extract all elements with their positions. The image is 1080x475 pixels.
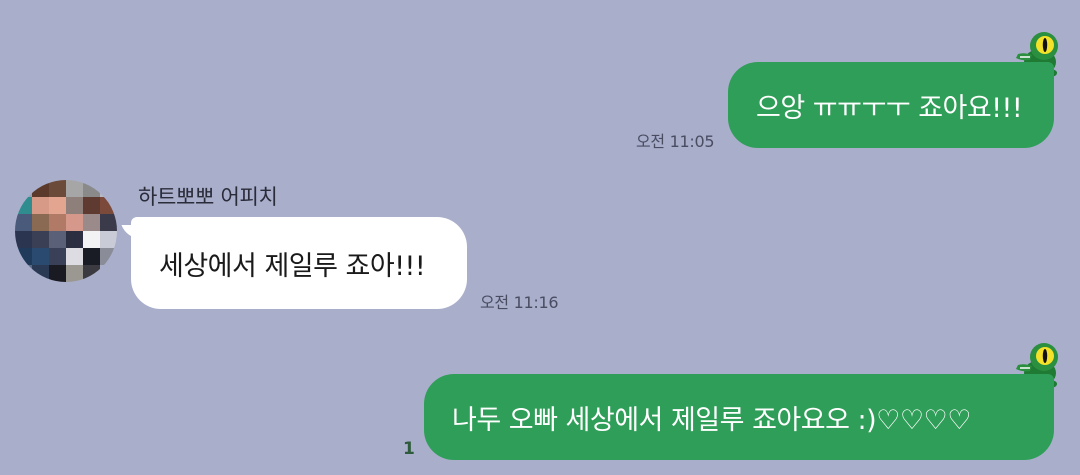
message-text: 세상에서 제일루 죠아!!!: [159, 250, 426, 282]
message-timestamp: 오전 11:05: [636, 132, 715, 151]
message-bubble-incoming[interactable]: 세상에서 제일루 죠아!!!: [131, 217, 467, 309]
message-bubble-outgoing[interactable]: 나두 오빠 세상에서 제일루 죠아요오 :)♡♡♡♡: [424, 374, 1054, 460]
message-text: 나두 오빠 세상에서 제일루 죠아요오 :)♡♡♡♡: [452, 404, 971, 436]
unread-count: 1: [403, 439, 415, 459]
message-bubble-outgoing[interactable]: 으앙 ㅠㅠㅜㅜ 죠아요!!!: [728, 62, 1054, 148]
sender-avatar[interactable]: [15, 180, 117, 282]
message-text: 으앙 ㅠㅠㅜㅜ 죠아요!!!: [756, 92, 1023, 124]
sender-name: 하트뽀뽀 어피치: [138, 185, 278, 209]
message-timestamp: 오전 11:16: [480, 293, 559, 312]
